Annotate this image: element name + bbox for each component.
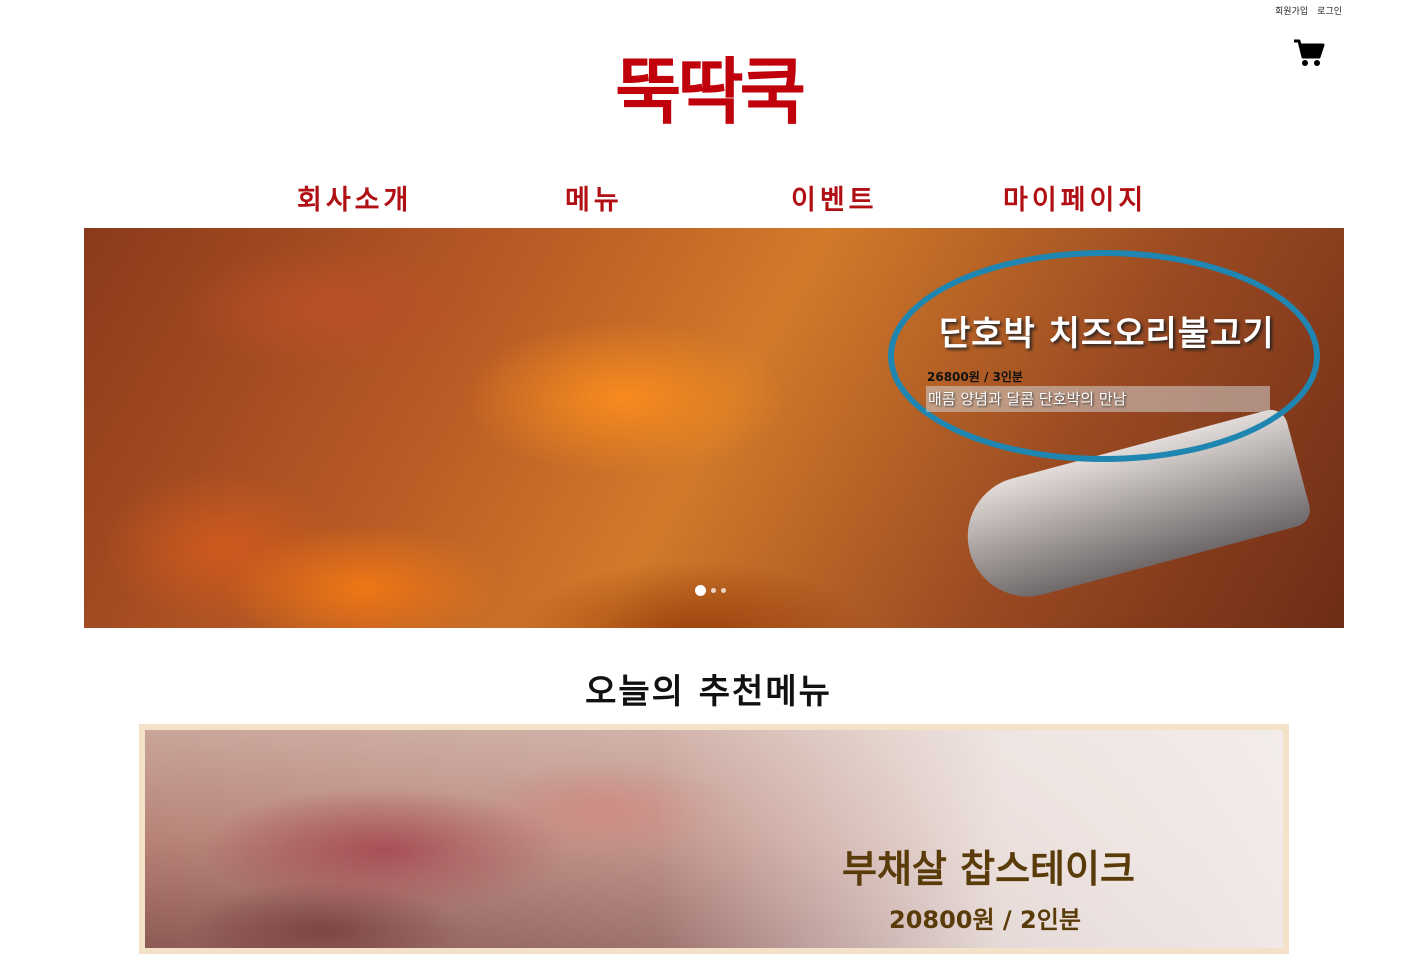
hero-description: 매콤 양념과 달콤 단호박의 만남: [926, 386, 1270, 412]
nav-item-mypage[interactable]: 마이페이지: [1003, 178, 1147, 217]
recommend-card[interactable]: 부채살 찹스테이크 20800원 / 2인분: [139, 724, 1289, 954]
login-link[interactable]: 로그인: [1317, 4, 1342, 17]
carousel-dot-2[interactable]: [711, 588, 716, 593]
recommend-item-title: 부채살 찹스테이크: [842, 847, 1135, 891]
recommend-image: 부채살 찹스테이크 20800원 / 2인분: [145, 730, 1283, 948]
signup-link[interactable]: 회원가입: [1275, 4, 1308, 17]
nav-item-menu[interactable]: 메뉴: [565, 178, 623, 217]
site-logo[interactable]: 뚝딱쿡: [0, 50, 1417, 134]
carousel-dot-3[interactable]: [721, 588, 726, 593]
nav-item-company[interactable]: 회사소개: [297, 178, 412, 217]
recommend-heading: 오늘의 추천메뉴: [585, 672, 832, 712]
hero-highlight-ring: [888, 250, 1320, 462]
hero-carousel[interactable]: 단호박 치즈오리불고기 26800원 / 3인분 매콤 양념과 달콤 단호박의 …: [84, 228, 1344, 628]
hero-title: 단호박 치즈오리불고기: [939, 314, 1275, 354]
carousel-dot-1[interactable]: [695, 585, 706, 596]
nav-item-event[interactable]: 이벤트: [791, 178, 878, 217]
top-links: 회원가입 로그인: [1275, 4, 1342, 17]
carousel-indicators: [695, 585, 726, 596]
main-nav: 회사소개 메뉴 이벤트 마이페이지: [0, 178, 1417, 218]
recommend-item-price: 20800원 / 2인분: [889, 906, 1081, 934]
hero-price: 26800원 / 3인분: [927, 370, 1023, 384]
